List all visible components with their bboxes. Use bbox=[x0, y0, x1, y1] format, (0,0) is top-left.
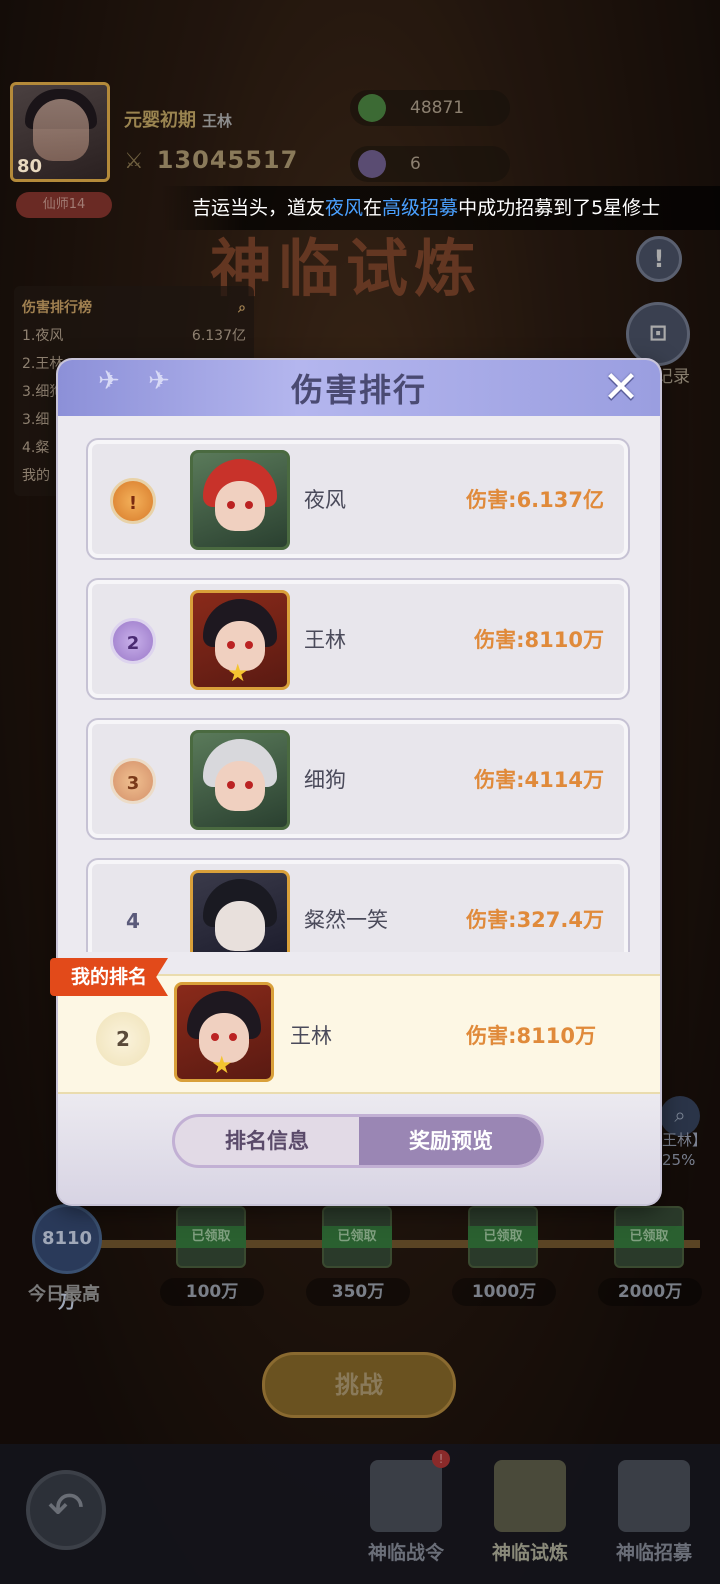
player-avatar[interactable]: 80 bbox=[10, 82, 110, 182]
rank-row[interactable]: 3 细狗 伤害:4114万 bbox=[86, 718, 630, 840]
side-text: 王林】 25% bbox=[662, 1131, 708, 1169]
modal-header: ✈ ✈ 伤害排行 ✕ bbox=[58, 360, 660, 416]
search-icon: ⌕ bbox=[238, 300, 246, 316]
challenge-button[interactable]: 挑战 bbox=[262, 1352, 456, 1418]
rank-row[interactable]: ! 夜风 伤害:6.137亿 bbox=[86, 438, 630, 560]
milestone-label: 100万 bbox=[160, 1278, 264, 1306]
player-avatar[interactable] bbox=[190, 870, 290, 952]
title-badge[interactable]: 仙师14 bbox=[16, 192, 112, 218]
my-rank-number: 2 bbox=[96, 1012, 150, 1066]
combat-power: ⚔ 13045517 bbox=[124, 146, 299, 174]
jade-resource[interactable]: 48871 bbox=[350, 90, 510, 126]
trial-icon bbox=[494, 1460, 566, 1532]
rank-row[interactable]: 4 粲然一笑 伤害:327.4万 bbox=[86, 858, 630, 952]
crystal-resource[interactable]: 6 bbox=[350, 146, 510, 182]
my-rank-tag: 我的排名 bbox=[50, 958, 168, 996]
close-icon[interactable]: ✕ bbox=[600, 366, 642, 410]
player-name: 细狗 bbox=[304, 768, 346, 792]
record-icon[interactable]: ⊡ bbox=[626, 302, 690, 366]
rank-number: 4 bbox=[126, 909, 140, 933]
player-name: 粲然一笑 bbox=[304, 908, 388, 932]
today-best-circle: 8110万 bbox=[32, 1204, 102, 1313]
nav-tab-trial[interactable]: 神临试炼 bbox=[474, 1450, 586, 1580]
player-avatar[interactable] bbox=[190, 730, 290, 830]
crossed-swords-icon: ⚔ bbox=[124, 149, 145, 174]
announcement-marquee: 吉运当头，道友夜风在高级招募中成功招募到了5星修士 bbox=[160, 186, 720, 230]
battle-pass-icon bbox=[370, 1460, 442, 1532]
modal-title: 伤害排行 bbox=[290, 371, 427, 409]
jade-icon bbox=[358, 94, 386, 122]
milestone-track: 8110万 今日最高 已领取 100万 已领取 350万 已领取 1000万 已… bbox=[0, 1196, 720, 1316]
milestone-chest[interactable]: 已领取 bbox=[614, 1206, 684, 1268]
silver-medal-icon: 2 bbox=[110, 618, 156, 664]
notification-badge: ! bbox=[432, 1450, 450, 1468]
player-avatar[interactable]: ★ bbox=[190, 590, 290, 690]
player-name: 王林 bbox=[304, 628, 346, 652]
star-icon: ★ bbox=[227, 659, 249, 687]
crystal-icon bbox=[358, 150, 386, 178]
damage-value: 伤害:8110万 bbox=[466, 1024, 596, 1048]
info-icon[interactable]: ! bbox=[636, 236, 682, 282]
my-rank-row[interactable]: 我的排名 2 ★ 王林 伤害:8110万 bbox=[50, 958, 660, 1094]
player-realm: 元婴初期 王林 bbox=[124, 110, 233, 131]
star-icon: ★ bbox=[211, 1051, 233, 1079]
modal-tabs: 排名信息 奖励预览 bbox=[172, 1114, 544, 1168]
player-avatar[interactable]: ★ bbox=[174, 982, 274, 1082]
damage-value: 伤害:6.137亿 bbox=[466, 488, 604, 512]
damage-value: 伤害:8110万 bbox=[474, 628, 604, 652]
rank-row[interactable]: 2 ★ 王林 伤害:8110万 bbox=[86, 578, 630, 700]
player-avatar[interactable] bbox=[190, 450, 290, 550]
tab-rank-info[interactable]: 排名信息 bbox=[175, 1117, 359, 1165]
player-name: 王林 bbox=[290, 1024, 332, 1048]
rank-list[interactable]: ! 夜风 伤害:6.137亿 2 ★ 王林 伤害:8110万 3 细狗 伤害:4… bbox=[86, 438, 630, 952]
back-arrow-icon[interactable]: ↶ bbox=[26, 1470, 106, 1550]
record-label: 记录 bbox=[656, 367, 690, 387]
milestone-label: 2000万 bbox=[598, 1278, 702, 1306]
damage-ranking-modal: ✈ ✈ 伤害排行 ✕ ! 夜风 伤害:6.137亿 2 ★ 王林 伤害:8110… bbox=[50, 360, 660, 1204]
milestone-chest[interactable]: 已领取 bbox=[468, 1206, 538, 1268]
damage-value: 伤害:4114万 bbox=[474, 768, 604, 792]
player-level: 80 bbox=[17, 156, 43, 177]
bottom-nav: ↶ ! 神临战令 神临试炼 神临招募 bbox=[0, 1444, 720, 1584]
gold-medal-icon: ! bbox=[110, 478, 156, 524]
bronze-medal-icon: 3 bbox=[110, 758, 156, 804]
nav-tab-battle-pass[interactable]: 神临战令 bbox=[350, 1450, 462, 1580]
player-name: 王林 bbox=[202, 112, 233, 130]
recruit-icon bbox=[618, 1460, 690, 1532]
milestone-label: 350万 bbox=[306, 1278, 410, 1306]
nav-tab-recruit[interactable]: 神临招募 bbox=[598, 1450, 710, 1580]
player-name: 夜风 bbox=[304, 488, 346, 512]
milestone-label: 1000万 bbox=[452, 1278, 556, 1306]
milestone-chest[interactable]: 已领取 bbox=[322, 1206, 392, 1268]
damage-value: 伤害:327.4万 bbox=[466, 908, 604, 932]
tab-reward-preview[interactable]: 奖励预览 bbox=[359, 1117, 541, 1165]
today-best-label: 今日最高 bbox=[28, 1284, 100, 1305]
milestone-chest[interactable]: 已领取 bbox=[176, 1206, 246, 1268]
